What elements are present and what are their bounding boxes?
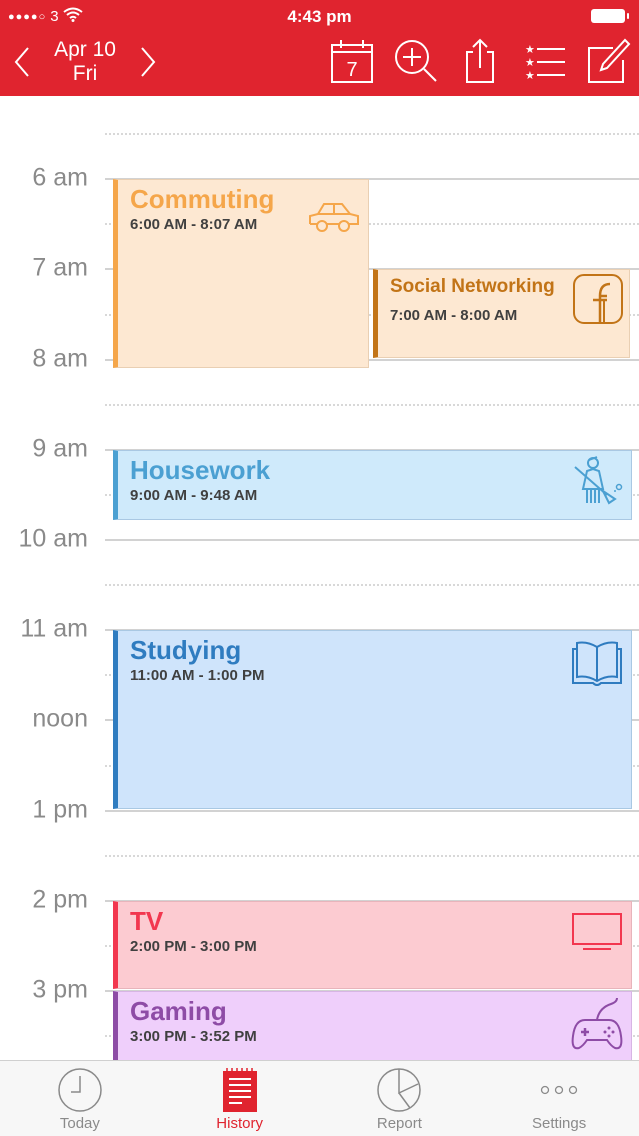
hour-label: noon <box>32 704 88 733</box>
event-title: Housework <box>130 454 271 485</box>
starred-list-icon: ★ ★ ★ <box>525 43 565 82</box>
chevron-left-icon <box>14 47 29 77</box>
clock-icon <box>58 1068 102 1112</box>
event-title: Studying <box>130 635 242 666</box>
tab-label: Today <box>59 1115 100 1132</box>
calendar-icon: 7 <box>331 40 373 83</box>
battery-icon <box>591 9 629 23</box>
event-gaming[interactable]: Gaming 3:00 PM - 3:52 PM <box>113 991 632 1060</box>
hour-label: 7 am <box>32 253 88 282</box>
status-bar: ●●●●○ 3 4:43 pm <box>0 0 639 34</box>
hour-label: 9 am <box>32 434 88 463</box>
half-hour-gridline <box>105 133 639 136</box>
current-date[interactable]: Apr 10 Fri <box>34 38 136 86</box>
svg-text:★: ★ <box>525 43 535 56</box>
toolbar: 7 ★ ★ ★ <box>329 38 631 84</box>
svg-text:★: ★ <box>525 56 535 69</box>
event-social-networking[interactable]: Social Networking 7:00 AM - 8:00 AM <box>373 269 630 358</box>
hour-label: 11 am <box>20 614 88 643</box>
hour-label: 3 pm <box>32 975 88 1004</box>
event-housework[interactable]: Housework 9:00 AM - 9:48 AM <box>113 449 632 520</box>
notepad-icon <box>222 1068 257 1112</box>
event-time-range: 11:00 AM - 1:00 PM <box>130 667 265 685</box>
event-studying[interactable]: Studying 11:00 AM - 1:00 PM <box>113 630 632 809</box>
event-title: TV <box>130 905 164 936</box>
previous-day-button[interactable] <box>10 42 34 82</box>
zoom-in-icon <box>395 40 437 82</box>
day-timeline[interactable]: 5 am 6 am 7 am 8 am 9 am 10 am 11 am noon 1 pm 2 … <box>0 96 639 1060</box>
tab-today[interactable]: Today <box>0 1061 160 1136</box>
hour-label: 8 am <box>32 344 88 373</box>
tab-report[interactable]: Report <box>320 1061 480 1136</box>
date-label: Apr 10 <box>54 38 116 61</box>
tab-history[interactable]: History <box>160 1061 320 1136</box>
hour-label: 5 am <box>32 96 88 103</box>
share-icon <box>466 38 494 83</box>
tab-label: History <box>216 1115 263 1132</box>
calendar-day-number: 7 <box>346 59 357 81</box>
event-time-range: 7:00 AM - 8:00 AM <box>390 307 518 325</box>
half-hour-gridline <box>105 854 639 857</box>
gamepad-icon <box>571 996 623 1057</box>
event-time-range: 6:00 AM - 8:07 AM <box>130 216 258 234</box>
tab-bar: Today History Report Settings <box>0 1060 639 1136</box>
compose-icon <box>588 38 631 83</box>
share-button[interactable] <box>457 38 503 84</box>
hour-gridline <box>105 809 639 812</box>
chevron-right-icon <box>141 47 156 77</box>
car-icon <box>308 200 360 241</box>
event-time-range: 2:00 PM - 3:00 PM <box>130 937 257 955</box>
half-hour-gridline <box>105 584 639 587</box>
event-time-range: 3:00 PM - 3:52 PM <box>130 1028 257 1045</box>
calendar-button[interactable]: 7 <box>329 38 375 84</box>
facebook-icon <box>573 274 623 329</box>
pie-chart-icon <box>377 1068 422 1112</box>
compose-button[interactable] <box>585 38 631 84</box>
status-time: 4:43 pm <box>287 7 352 26</box>
hour-label: 2 pm <box>32 885 88 914</box>
book-icon <box>571 637 623 692</box>
hour-gridline <box>105 539 639 541</box>
zoom-in-button[interactable] <box>393 38 439 84</box>
event-title: Commuting <box>130 184 275 215</box>
hour-label: 6 am <box>32 163 88 192</box>
event-commuting[interactable]: Commuting 6:00 AM - 8:07 AM <box>113 179 369 369</box>
top-bar: ●●●●○ 3 4:43 pm Apr 10 Fri 7 ★ ★ ★ <box>0 0 639 96</box>
event-title: Gaming <box>130 996 227 1026</box>
date-navigator: Apr 10 Fri <box>10 34 160 90</box>
tv-icon <box>571 912 623 957</box>
next-day-button[interactable] <box>136 42 160 82</box>
hour-label: 10 am <box>18 524 88 553</box>
tab-label: Settings <box>532 1115 587 1132</box>
favorites-list-button[interactable]: ★ ★ ★ <box>521 38 567 84</box>
event-title: Social Networking <box>390 276 555 298</box>
event-time-range: 9:00 AM - 9:48 AM <box>130 486 258 504</box>
svg-text:★: ★ <box>525 69 535 82</box>
half-hour-gridline <box>105 403 639 406</box>
tab-settings[interactable]: Settings <box>479 1061 639 1136</box>
tab-label: Report <box>376 1115 422 1132</box>
event-tv[interactable]: TV 2:00 PM - 3:00 PM <box>113 900 632 989</box>
weekday-label: Fri <box>72 62 98 85</box>
more-icon <box>540 1085 578 1095</box>
hour-label: 1 pm <box>32 795 88 824</box>
cleaning-icon <box>571 455 623 512</box>
